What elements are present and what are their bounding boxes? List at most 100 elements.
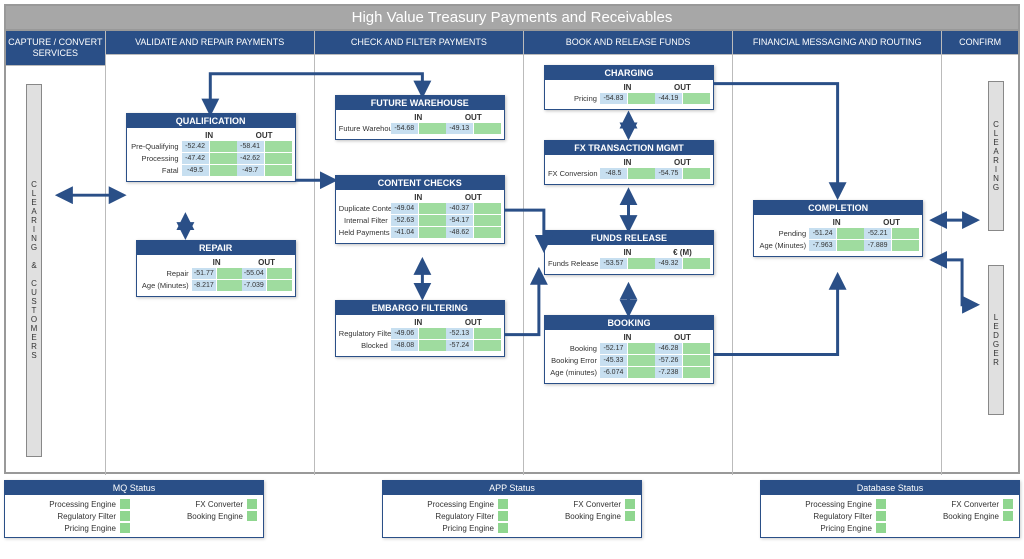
status-indicator-icon: [120, 523, 130, 533]
status-item-label: Booking Engine: [943, 512, 999, 521]
status-item-label: Regulatory Filter: [57, 512, 116, 521]
metric-out: -48.62: [446, 227, 473, 238]
metric-label: Regulatory Filter: [339, 329, 391, 338]
metric-out-g: [474, 215, 501, 226]
lane-messaging: FINANCIAL MESSAGING AND ROUTING COMPLETI…: [733, 31, 942, 475]
card-content-checks: CONTENT CHECKSINOUTDuplicate Content-49.…: [335, 175, 505, 244]
metric-in-g: [837, 228, 864, 239]
metric-in: -53.57: [600, 258, 627, 269]
metric-in: -8.217: [192, 280, 217, 291]
metric-out: -57.26: [655, 355, 682, 366]
metric-out: -49.13: [446, 123, 473, 134]
metric-out-g: [265, 153, 292, 164]
metric-label: Age (minutes): [548, 368, 600, 377]
status-item: Regulatory Filter: [11, 511, 130, 521]
status-title: Database Status: [761, 481, 1019, 495]
status-item: Pricing Engine: [11, 523, 130, 533]
metric-out-g: [474, 227, 501, 238]
metric-in-g: [419, 340, 446, 351]
card-booking: BOOKINGINOUTBooking-52.17-46.28Booking E…: [544, 315, 714, 384]
status-indicator-icon: [498, 499, 508, 509]
metric-label: Held Payments: [339, 228, 391, 237]
metric-in: -6.074: [600, 367, 627, 378]
metric-row: Booking Error-45.33 -57.26: [548, 355, 710, 366]
page-title: High Value Treasury Payments and Receiva…: [6, 6, 1018, 31]
card-repair: REPAIRINOUTRepair-51.77-55.04Age (Minute…: [136, 240, 296, 297]
status-item: Booking Engine: [894, 511, 1013, 521]
status-item-label: Pricing Engine: [442, 524, 494, 533]
metric-out: -54.17: [446, 215, 473, 226]
metric-out-g: [892, 228, 919, 239]
metric-in: -45.33: [600, 355, 627, 366]
metric-in-g: [419, 215, 446, 226]
status-indicator-icon: [120, 499, 130, 509]
card-title: BOOKING: [545, 316, 713, 330]
metric-out-g: [474, 203, 501, 214]
metric-in-g: [628, 168, 655, 179]
metric-row: Pending-51.24-52.21: [757, 228, 919, 239]
metric-label: Pending: [757, 229, 809, 238]
status-item-label: Booking Engine: [565, 512, 621, 521]
status-item: Regulatory Filter: [767, 511, 886, 521]
metric-row: Pre-Qualifying-52.42-58.41: [130, 141, 292, 152]
status-item: Pricing Engine: [389, 523, 508, 533]
card-charging: CHARGINGINOUTPricing-54.83-44.19: [544, 65, 714, 110]
metric-in-g: [419, 227, 446, 238]
metric-label: Repair: [140, 269, 192, 278]
metric-row: Fatal-49.5 -49.7: [130, 165, 292, 176]
lane-check: CHECK AND FILTER PAYMENTS FUTURE WAREHOU…: [315, 31, 524, 475]
metric-row: Regulatory Filter-49.06-52.13: [339, 328, 501, 339]
metric-out: -7.039: [242, 280, 267, 291]
metric-out: -55.04: [242, 268, 267, 279]
lane-book: BOOK AND RELEASE FUNDS CHARGINGINOUTPric…: [524, 31, 733, 475]
status-indicator-icon: [1003, 511, 1013, 521]
metric-in: -52.17: [600, 343, 627, 354]
metric-row: Repair-51.77-55.04: [140, 268, 292, 279]
status-indicator-icon: [498, 511, 508, 521]
lane-confirm: CONFIRM CLEARING LEDGER: [942, 31, 1018, 475]
metric-out: -52.13: [446, 328, 473, 339]
metric-in: -49.04: [391, 203, 418, 214]
metric-out-g: [683, 93, 710, 104]
metric-row: Age (Minutes)-7.963-7.889: [757, 240, 919, 251]
metric-label: Processing: [130, 154, 182, 163]
metric-out-g: [474, 340, 501, 351]
metric-out: -49.7: [237, 165, 264, 176]
metric-out: -49.32: [655, 258, 682, 269]
metric-in: -47.42: [182, 153, 209, 164]
card-title: EMBARGO FILTERING: [336, 301, 504, 315]
metric-in: -48.08: [391, 340, 418, 351]
metric-in: -49.5: [182, 165, 209, 176]
status-item: FX Converter: [516, 499, 635, 509]
metric-in: -7.963: [809, 240, 836, 251]
metric-out: -44.19: [655, 93, 682, 104]
status-title: MQ Status: [5, 481, 263, 495]
status-item-label: FX Converter: [195, 500, 243, 509]
metric-label: Pre-Qualifying: [130, 142, 182, 151]
status-item: Processing Engine: [767, 499, 886, 509]
metric-label: Booking Error: [548, 356, 600, 365]
metric-out: -7.889: [864, 240, 891, 251]
metric-out-g: [683, 355, 710, 366]
metric-label: Blocked: [339, 341, 391, 350]
metric-out-g: [683, 258, 710, 269]
metric-out-g: [474, 123, 501, 134]
metric-row: Age (minutes)-6.074-7.238: [548, 367, 710, 378]
metric-label: Fatal: [130, 166, 182, 175]
metric-row: Booking-52.17-46.28: [548, 343, 710, 354]
card-title: CHARGING: [545, 66, 713, 80]
metric-in: -54.68: [391, 123, 418, 134]
metric-row: Funds Release-53.57-49.32: [548, 258, 710, 269]
status-indicator-icon: [625, 499, 635, 509]
lane-head-messaging: FINANCIAL MESSAGING AND ROUTING: [733, 31, 941, 55]
lane-head-check: CHECK AND FILTER PAYMENTS: [315, 31, 523, 55]
status-indicator-icon: [247, 499, 257, 509]
card-completion: COMPLETIONINOUTPending-51.24-52.21Age (M…: [753, 200, 923, 257]
status-item: FX Converter: [138, 499, 257, 509]
metric-out: -46.28: [655, 343, 682, 354]
metric-in-g: [628, 355, 655, 366]
lane-head-confirm: CONFIRM: [942, 31, 1018, 55]
metric-label: Pricing: [548, 94, 600, 103]
metric-out: -57.24: [446, 340, 473, 351]
status-indicator-icon: [498, 523, 508, 533]
